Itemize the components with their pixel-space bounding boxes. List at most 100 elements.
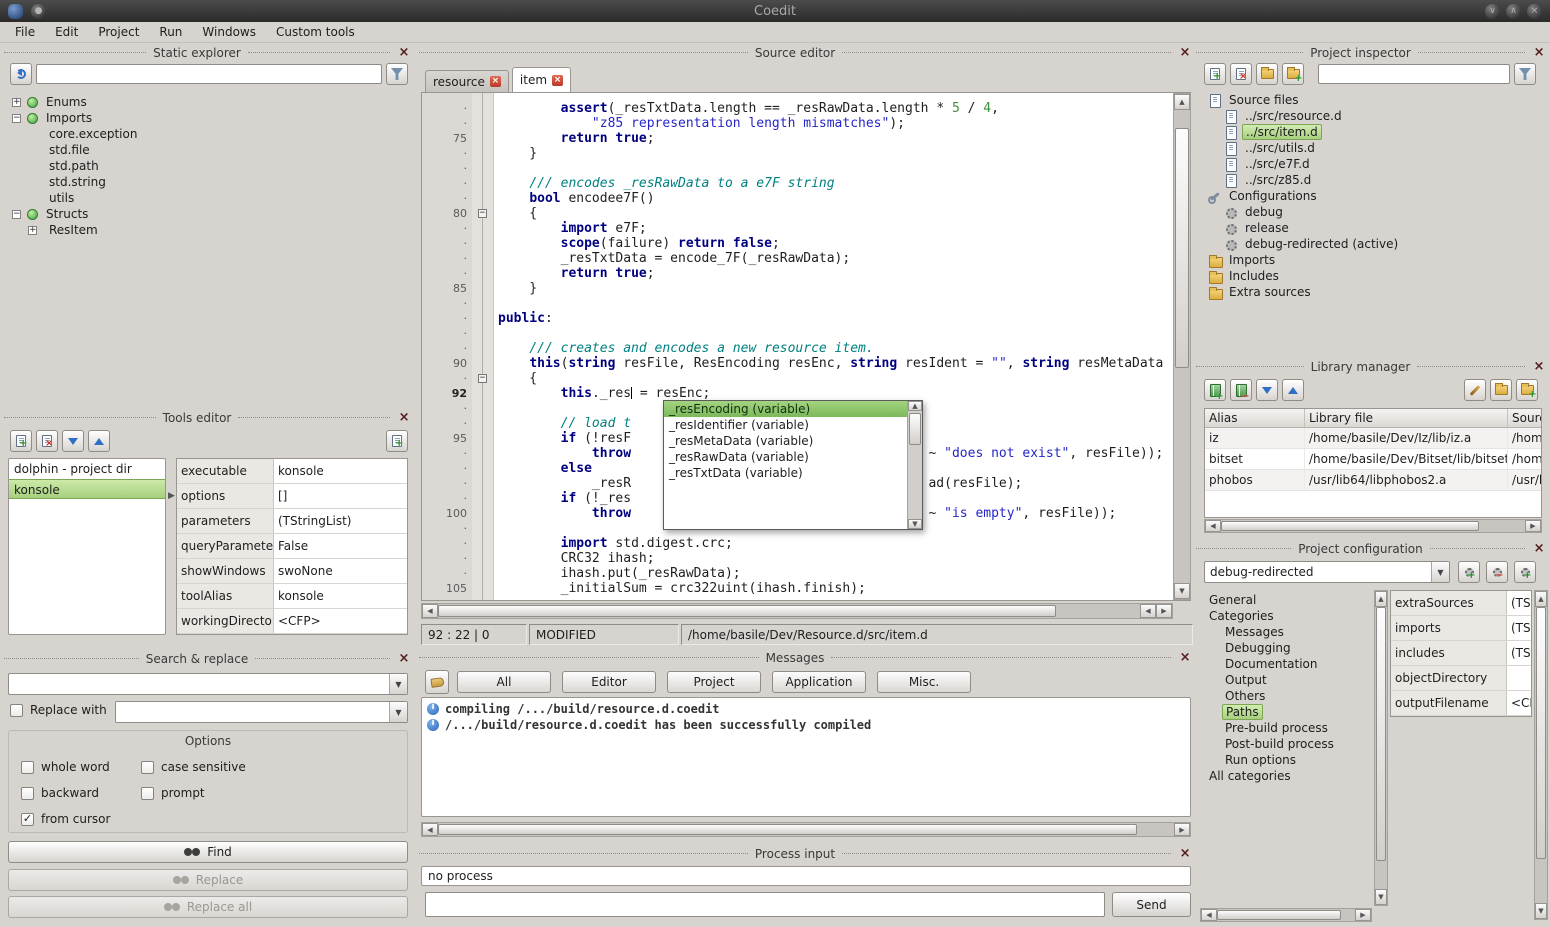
tree-item[interactable]: core.exception <box>8 126 408 142</box>
remove-configuration-button[interactable] <box>1486 561 1508 583</box>
tree-item[interactable]: ../src/utils.d <box>1204 140 1542 156</box>
add-folder-button[interactable] <box>1256 63 1278 85</box>
property-row[interactable]: extraSources (TStringList) <box>1391 591 1531 616</box>
code-line[interactable]: · <box>422 326 1190 341</box>
code-line[interactable]: · import e7F; <box>422 221 1190 236</box>
property-value[interactable]: False <box>274 534 407 558</box>
code-line[interactable]: · ihash.put(_resRawData); <box>422 566 1190 581</box>
process-input-field[interactable] <box>425 892 1105 917</box>
inspector-filter-input[interactable] <box>1318 64 1510 84</box>
tree-item[interactable]: ../src/resource.d <box>1204 108 1542 124</box>
remove-source-button[interactable] <box>1230 63 1252 85</box>
move-library-down-button[interactable] <box>1256 379 1278 401</box>
completion-item[interactable]: _resRawData (variable) <box>664 449 907 465</box>
close-panel-icon[interactable]: × <box>397 411 411 425</box>
tree-item[interactable]: std.string <box>8 174 408 190</box>
code-line[interactable]: 105 _initialSum = crc322uint(ihash.finis… <box>422 581 1190 596</box>
code-line[interactable]: · /// encodes _resRawData to a e7F strin… <box>422 176 1190 191</box>
static-explorer-filter-input[interactable] <box>36 64 382 84</box>
close-panel-icon[interactable]: × <box>397 652 411 666</box>
replace-with-checkbox[interactable] <box>10 704 23 717</box>
menu-item[interactable]: Project <box>89 23 148 41</box>
property-row[interactable]: parameters (TStringList) <box>177 509 407 534</box>
close-panel-icon[interactable]: × <box>1178 651 1192 665</box>
message-filter-button[interactable]: Project <box>667 671 761 693</box>
message-filter-button[interactable]: Application <box>772 671 866 693</box>
property-value[interactable]: (TStringList) <box>274 509 407 533</box>
option-checkbox[interactable] <box>141 761 154 774</box>
add-tool-button[interactable] <box>10 430 32 452</box>
scroll-right-icon[interactable]: ▶ <box>1525 520 1541 532</box>
close-panel-icon[interactable]: × <box>1532 360 1546 374</box>
scroll-up-icon[interactable]: ▲ <box>908 401 922 411</box>
scroll-down-icon[interactable]: ▼ <box>908 519 922 529</box>
tree-item[interactable]: + Enums <box>8 94 408 110</box>
category-item[interactable]: Pre-build process <box>1200 720 1372 736</box>
category-item[interactable]: All categories <box>1200 768 1372 784</box>
library-sources-button[interactable] <box>1516 379 1538 401</box>
code-line[interactable]: ·public: <box>422 311 1190 326</box>
property-value[interactable]: [] <box>274 484 407 508</box>
categories-vertical-scrollbar[interactable]: ▲ ▼ <box>1374 590 1388 906</box>
tree-item[interactable]: ../src/item.d <box>1204 124 1542 140</box>
category-item[interactable]: Debugging <box>1200 640 1372 656</box>
tool-list-item[interactable]: konsole <box>9 479 165 499</box>
code-line[interactable]: · <box>422 161 1190 176</box>
chevron-down-icon[interactable]: ▼ <box>1431 562 1449 582</box>
library-row[interactable]: iz /home/basile/Dev/Iz/lib/iz.a /home/ba… <box>1205 428 1541 449</box>
property-value[interactable]: (TStringList) <box>1507 591 1531 615</box>
tree-item[interactable]: debug <box>1204 204 1542 220</box>
message-filter-button[interactable]: Misc. <box>877 671 971 693</box>
send-button[interactable]: Send <box>1112 892 1191 917</box>
category-item[interactable]: Categories <box>1200 608 1372 624</box>
code-line[interactable]: · return true; <box>422 266 1190 281</box>
window-minimize-button[interactable]: ∨ <box>1485 4 1500 19</box>
window-maximize-button[interactable]: ∧ <box>1506 4 1521 19</box>
code-line[interactable]: · "z85 representation length mismatches"… <box>422 116 1190 131</box>
editor-horizontal-scrollbar[interactable]: ◀ ◀ ▶ <box>421 603 1173 619</box>
inspector-filter-button[interactable] <box>1514 63 1536 85</box>
replace-text-combo[interactable]: ▼ <box>115 701 408 723</box>
code-line[interactable]: · import std.digest.crc; <box>422 536 1190 551</box>
library-file-button[interactable] <box>1490 379 1512 401</box>
code-line[interactable]: 90 this(string resFile, ResEncoding resE… <box>422 356 1190 371</box>
scrollbar-thumb[interactable] <box>1536 607 1546 859</box>
scroll-down-icon[interactable]: ▼ <box>1375 889 1387 905</box>
add-library-button[interactable] <box>1204 379 1226 401</box>
add-source-button[interactable] <box>1204 63 1226 85</box>
option-checkbox[interactable] <box>21 787 34 800</box>
property-row[interactable]: toolAlias konsole <box>177 584 407 609</box>
move-library-up-button[interactable] <box>1282 379 1304 401</box>
code-line[interactable]: 85 } <box>422 281 1190 296</box>
category-item[interactable]: Others <box>1200 688 1372 704</box>
tree-item[interactable]: Imports <box>1204 252 1542 268</box>
tree-expander-icon[interactable]: − <box>12 210 21 219</box>
search-option[interactable]: backward <box>21 786 141 800</box>
menu-item[interactable]: Run <box>150 23 191 41</box>
completion-item[interactable]: _resIdentifier (variable) <box>664 417 907 433</box>
message-row[interactable]: compiling /.../build/resource.d.coedit <box>422 701 1190 717</box>
code-line[interactable]: ·− { <box>422 371 1190 386</box>
scroll-right-icon[interactable]: ▶ <box>1174 823 1190 836</box>
menu-item[interactable]: Windows <box>193 23 265 41</box>
tree-item[interactable]: Includes <box>1204 268 1542 284</box>
option-checkbox[interactable] <box>141 787 154 800</box>
category-item[interactable]: General <box>1200 592 1372 608</box>
property-row[interactable]: options [] <box>177 484 407 509</box>
add-configuration-button[interactable] <box>1458 561 1480 583</box>
fold-margin[interactable]: − <box>472 371 494 386</box>
search-text-combo[interactable]: ▼ <box>8 673 408 695</box>
remove-library-button[interactable] <box>1230 379 1252 401</box>
tree-item[interactable]: release <box>1204 220 1542 236</box>
scroll-left-icon[interactable]: ◀ <box>1140 604 1156 618</box>
scroll-up-icon[interactable]: ▲ <box>1375 591 1387 607</box>
window-menu-button[interactable]: ● <box>31 4 46 19</box>
find-button[interactable]: Find <box>8 841 408 863</box>
property-value[interactable]: konsole <box>274 584 407 608</box>
tree-item[interactable]: std.path <box>8 158 408 174</box>
tree-item[interactable]: debug-redirected (active) <box>1204 236 1542 252</box>
configuration-select[interactable]: debug-redirected ▼ <box>1204 561 1450 583</box>
scroll-right-icon[interactable]: ▶ <box>1156 604 1172 618</box>
edit-library-button[interactable] <box>1464 379 1486 401</box>
property-row[interactable]: executable konsole <box>177 459 407 484</box>
